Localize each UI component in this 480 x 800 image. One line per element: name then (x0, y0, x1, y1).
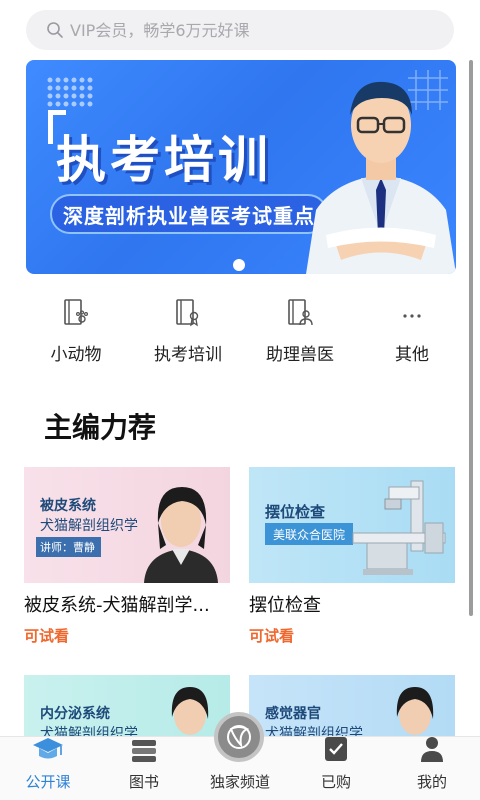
thumb-subtitle: 犬猫解剖组织学 (40, 518, 138, 534)
thumb-title: 内分泌系统 (40, 706, 110, 722)
lecturer-portrait (144, 487, 218, 583)
banner-title: 执考培训 (56, 131, 272, 189)
profile-icon (419, 735, 445, 763)
doctor-illustration (306, 81, 456, 274)
promo-banner[interactable]: 执考培训 深度剖析执业兽医考试重点 (26, 60, 456, 274)
course-thumbnail: 摆位检查 美联众合医院 (249, 467, 455, 583)
logo-icon (227, 725, 251, 749)
paw-book-icon (60, 296, 92, 330)
nav-label: 图书 (128, 773, 159, 791)
person-book-icon (284, 296, 316, 330)
thumb-hospital-tag: 美联众合医院 (265, 523, 354, 545)
lecturer-portrait (171, 687, 209, 735)
search-bar[interactable] (26, 10, 454, 50)
xray-machine-illustration (352, 480, 446, 575)
books-icon (129, 737, 159, 763)
certificate-book-icon (172, 296, 204, 330)
nav-label: 已购 (320, 773, 351, 791)
nav-label: 公开课 (25, 773, 71, 791)
category-label: 小动物 (50, 345, 102, 365)
nav-purchased[interactable]: 已购 (288, 737, 384, 800)
section-title: 主编力荐 (44, 411, 157, 444)
trial-badge: 可试看 (249, 627, 295, 645)
purchased-check-icon (323, 735, 349, 763)
thumb-title: 感觉器官 (265, 706, 321, 722)
nav-books[interactable]: 图书 (96, 737, 192, 800)
nav-open-class[interactable]: 公开课 (0, 737, 96, 800)
category-small-animals[interactable]: 小动物 (20, 296, 132, 376)
exclusive-channel-float-button[interactable] (214, 712, 264, 762)
thumb-title: 被皮系统 (40, 498, 96, 514)
banner-pager-dot[interactable] (233, 259, 245, 271)
course-card[interactable]: 摆位检查 美联众合医院 摆位检查 可试看 (249, 467, 455, 646)
banner-subtitle-pill: 深度剖析执业兽医考试重点 (50, 194, 328, 234)
search-input[interactable] (70, 20, 430, 40)
thumb-title: 摆位检查 (265, 503, 326, 521)
lecturer-portrait (396, 687, 434, 735)
course-name: 被皮系统-犬猫解剖学... (24, 595, 210, 616)
nav-label: 我的 (416, 773, 447, 791)
trial-badge: 可试看 (24, 627, 70, 645)
nav-profile[interactable]: 我的 (384, 737, 480, 800)
category-assistant-vet[interactable]: 助理兽医 (244, 296, 356, 376)
scrollbar[interactable] (469, 60, 473, 616)
course-card[interactable]: 被皮系统 犬猫解剖组织学 讲师：曹静 被皮系统-犬猫解剖学... 可试看 (24, 467, 230, 646)
course-name: 摆位检查 (249, 595, 321, 616)
nav-label: 独家频道 (209, 773, 270, 791)
search-icon (46, 21, 64, 39)
graduation-cap-icon (31, 735, 65, 763)
category-exam-training[interactable]: 执考培训 (132, 296, 244, 376)
banner-subtitle: 深度剖析执业兽医考试重点 (63, 203, 315, 228)
category-label: 执考培训 (154, 345, 222, 365)
category-row: 小动物 执考培训 助理兽医 其他 (0, 296, 480, 376)
category-label: 助理兽医 (266, 345, 334, 365)
course-thumbnail: 被皮系统 犬猫解剖组织学 讲师：曹静 (24, 467, 230, 583)
more-dots-icon (396, 296, 428, 330)
thumb-lecturer: 讲师：曹静 (36, 537, 101, 557)
category-label: 其他 (395, 345, 429, 365)
category-other[interactable]: 其他 (356, 296, 468, 376)
